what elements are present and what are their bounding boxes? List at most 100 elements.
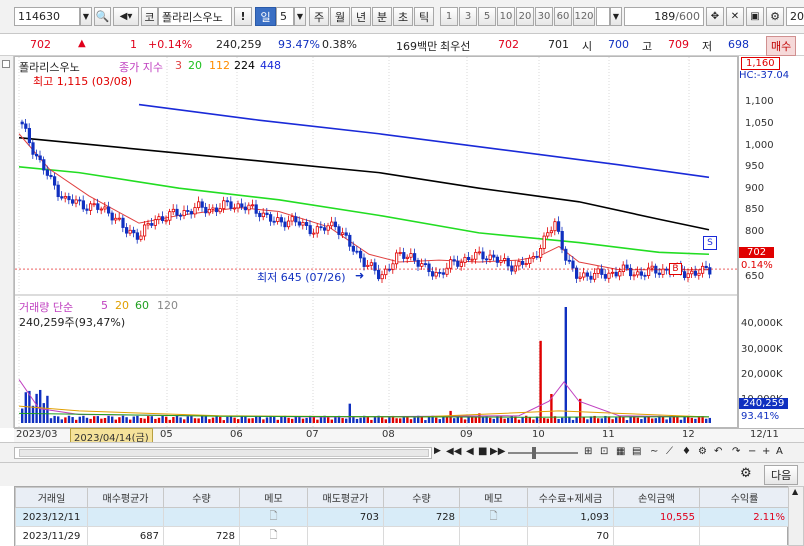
interval-30-button[interactable]: 30	[535, 7, 553, 26]
volume-bar	[240, 416, 243, 423]
period-number-field[interactable]: 5	[276, 7, 294, 26]
price-change: 1	[130, 38, 137, 51]
candle-body	[506, 258, 510, 267]
volume-bar	[341, 418, 344, 423]
period-month-button[interactable]: 월	[330, 7, 350, 26]
font-size-icon[interactable]: A	[776, 446, 783, 457]
zoom-tool-icon[interactable]: ⊞	[584, 446, 592, 457]
volume-bar	[186, 416, 189, 423]
price-chart[interactable]: 폴라리스우노 종가 지수 3 20 112 224 448 최고 1,115 (…	[14, 56, 738, 428]
volume-bar	[291, 418, 294, 423]
period-week-button[interactable]: 주	[309, 7, 329, 26]
col-sell-memo[interactable]: 메모	[459, 487, 528, 508]
layers-icon[interactable]: ▤	[632, 446, 641, 457]
back-icon[interactable]: ↶	[714, 446, 722, 457]
ma-legend-448: 448	[260, 59, 281, 72]
draw-line-icon[interactable]: ∼	[650, 446, 658, 457]
scroll-right-arrow-icon[interactable]: ▶	[434, 446, 441, 456]
candle-body	[596, 268, 600, 274]
cell-buy-memo[interactable]: 🗋	[239, 507, 308, 527]
fast-forward-icon[interactable]: ▶▶	[490, 446, 505, 457]
zoom-slider[interactable]	[508, 447, 578, 459]
period-tick-button[interactable]: 틱	[414, 7, 434, 26]
col-pnl[interactable]: 손익금액	[613, 487, 700, 508]
date-field[interactable]: 2023/1	[786, 7, 804, 26]
cell-sell-memo[interactable]: 🗋	[459, 507, 528, 527]
gear-icon[interactable]: ⚙	[766, 7, 784, 26]
chart-scroll-track[interactable]	[14, 447, 432, 459]
speaker-icon[interactable]: ◀▾	[113, 7, 139, 26]
period-year-button[interactable]: 년	[351, 7, 371, 26]
volume-value: 240,259	[216, 38, 262, 51]
stock-code-input[interactable]: 114630	[14, 7, 80, 26]
interval-1-button[interactable]: 1	[440, 7, 458, 26]
scroll-up-arrow-icon[interactable]: ▲	[792, 487, 798, 496]
col-buy-memo[interactable]: 메모	[239, 487, 308, 508]
table-row[interactable]: 2023/11/29 687 728 🗋 70	[15, 526, 790, 546]
save-icon[interactable]: ▣	[746, 7, 764, 26]
table-row[interactable]: 2023/12/11 🗋 703 728 🗋 1,093 10,555 2.11…	[15, 507, 790, 527]
sell-marker[interactable]: S	[703, 236, 717, 250]
close-icon[interactable]: ✕	[726, 7, 744, 26]
col-return[interactable]: 수익률	[699, 487, 790, 508]
code-dropdown-chevron-down-icon[interactable]: ▼	[80, 7, 92, 26]
interval-chevron-down-icon[interactable]: ▼	[610, 7, 622, 26]
bar-count-field[interactable]: 189/600	[624, 7, 704, 26]
interval-3-button[interactable]: 3	[459, 7, 477, 26]
settings-icon[interactable]: ⚙	[698, 446, 707, 457]
y-vol-tick-20000: 20,000K	[741, 369, 783, 380]
interval-custom-field[interactable]	[596, 7, 610, 26]
candle-body	[502, 258, 507, 261]
chart-expand-icon[interactable]	[2, 60, 10, 68]
period-second-button[interactable]: 초	[393, 7, 413, 26]
chart-scroll-thumb[interactable]	[19, 449, 429, 457]
trend-icon[interactable]: ⟋	[666, 446, 673, 457]
col-buy-qty[interactable]: 수량	[163, 487, 240, 508]
memo-edit-icon[interactable]: 🗋	[489, 511, 497, 522]
col-sell-qty[interactable]: 수량	[383, 487, 460, 508]
col-sell-avg[interactable]: 매도평균가	[307, 487, 384, 508]
search-icon[interactable]: 🔍	[94, 7, 111, 26]
candle-body	[434, 271, 438, 277]
buy-button[interactable]: 매수	[766, 36, 797, 56]
forward-icon[interactable]: ↷	[732, 446, 740, 457]
prev-icon[interactable]: ◀	[466, 446, 474, 457]
memo-edit-icon[interactable]: 🗋	[269, 530, 277, 541]
interval-10-button[interactable]: 10	[497, 7, 515, 26]
volume-bar	[330, 419, 333, 423]
next-button[interactable]: 다음	[764, 465, 799, 485]
buy-marker[interactable]: B	[669, 263, 682, 275]
period-minute-button[interactable]: 분	[372, 7, 392, 26]
col-buy-avg[interactable]: 매수평균가	[87, 487, 164, 508]
stock-code-value: 114630	[18, 10, 60, 23]
candle-body	[207, 208, 211, 214]
interval-20-button[interactable]: 20	[516, 7, 534, 26]
zoom-out-icon[interactable]: −	[748, 446, 756, 457]
candle-body	[171, 208, 175, 213]
zoom-slider-handle[interactable]	[532, 447, 536, 459]
volume-bar	[139, 418, 143, 423]
interval-120-button[interactable]: 120	[573, 7, 595, 26]
cell-buy-memo[interactable]: 🗋	[239, 526, 308, 546]
interval-60-button[interactable]: 60	[554, 7, 572, 26]
grid-gear-icon[interactable]: ⚙	[740, 466, 752, 481]
interval-5-button[interactable]: 5	[478, 7, 496, 26]
warning-button[interactable]: !	[234, 7, 252, 26]
period-day-button[interactable]: 일	[255, 7, 276, 26]
chart-type-icon[interactable]: ♦	[682, 446, 691, 457]
volume-bar	[183, 419, 186, 423]
candle-body	[308, 225, 312, 235]
stop-icon[interactable]: ■	[478, 446, 487, 457]
move-icon[interactable]: ✥	[706, 7, 724, 26]
grid-icon[interactable]: ▦	[616, 446, 625, 457]
candle-body	[153, 219, 157, 226]
col-fee-tax[interactable]: 수수료+제세금	[527, 487, 614, 508]
memo-doc-icon[interactable]: 🗋	[269, 511, 277, 522]
period-chevron-down-icon[interactable]: ▼	[294, 7, 306, 26]
rewind-icon[interactable]: ◀◀	[446, 446, 461, 457]
stock-name-field[interactable]: 폴라리스우노	[158, 7, 232, 26]
zoom-in-icon[interactable]: +	[762, 446, 770, 457]
col-trade-date[interactable]: 거래일	[15, 487, 88, 508]
fit-icon[interactable]: ⊡	[600, 446, 608, 457]
table-scrollbar[interactable]: ▲	[788, 486, 804, 546]
